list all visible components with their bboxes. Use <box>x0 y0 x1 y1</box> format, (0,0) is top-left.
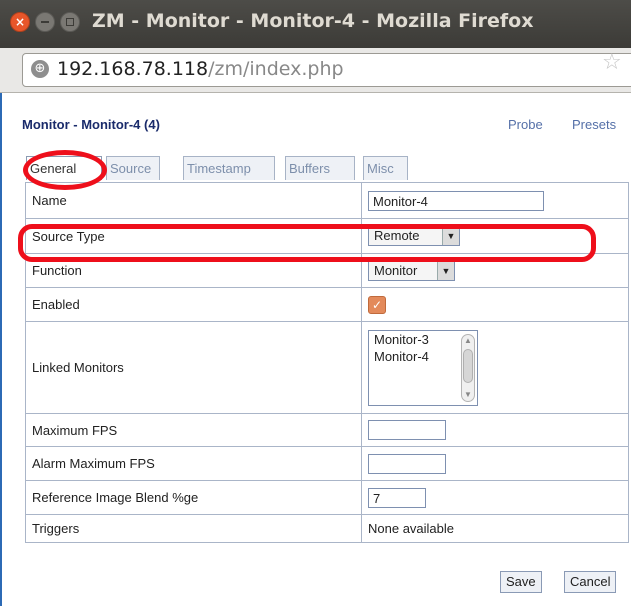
table-row: Enabled ✓ <box>25 287 629 322</box>
scroll-down-icon[interactable]: ▼ <box>462 389 474 401</box>
table-row: Linked Monitors Monitor-3 Monitor-4 ▲ ▼ <box>25 321 629 414</box>
table-row: Function Monitor ▼ <box>25 253 629 288</box>
probe-link[interactable]: Probe <box>508 117 543 132</box>
globe-icon: ⊕ <box>31 60 49 78</box>
save-button[interactable]: Save <box>500 571 542 593</box>
url-host: 192.168.78.118 <box>57 58 209 80</box>
tab-buffers[interactable]: Buffers <box>285 156 355 180</box>
source-type-label: Source Type <box>25 218 362 254</box>
alarm-max-fps-input[interactable] <box>368 453 446 474</box>
tab-general[interactable]: General <box>26 156 102 180</box>
page-title: Monitor - Monitor-4 (4) <box>22 117 160 132</box>
triggers-value: None available <box>361 514 629 543</box>
ref-blend-label: Reference Image Blend %ge <box>25 480 362 515</box>
source-type-select[interactable]: Remote ▼ <box>368 226 460 246</box>
ref-blend-input[interactable]: 7 <box>368 487 426 508</box>
bookmark-star-icon[interactable]: ☆ <box>602 50 622 75</box>
source-type-value: Remote <box>374 228 420 243</box>
table-row: Triggers None available <box>25 514 629 543</box>
function-label: Function <box>25 253 362 288</box>
enabled-label: Enabled <box>25 287 362 322</box>
scroll-up-icon[interactable]: ▲ <box>462 335 474 347</box>
presets-link[interactable]: Presets <box>572 117 616 132</box>
table-row: Name Monitor-4 <box>25 182 629 219</box>
table-row: Source Type Remote ▼ <box>25 218 629 254</box>
alarm-max-fps-label: Alarm Maximum FPS <box>25 446 362 481</box>
name-input[interactable]: Monitor-4 <box>368 190 544 211</box>
tab-source[interactable]: Source <box>106 156 160 180</box>
window-titlebar: × ZM - Monitor - Monitor-4 - Mozilla Fir… <box>0 0 631 48</box>
url-input[interactable]: ⊕ 192.168.78.118/zm/index.php <box>22 53 631 87</box>
monitor-settings-table: Name Monitor-4 Source Type Remote ▼ Funct… <box>25 182 629 543</box>
url-path: /zm/index.php <box>208 58 344 80</box>
triggers-label: Triggers <box>25 514 362 543</box>
navigation-bar: ⊕ 192.168.78.118/zm/index.php ☆ <box>0 48 631 93</box>
window-title: ZM - Monitor - Monitor-4 - Mozilla Firef… <box>92 10 534 32</box>
chevron-down-icon: ▼ <box>437 261 454 280</box>
max-fps-label: Maximum FPS <box>25 413 362 447</box>
chevron-down-icon: ▼ <box>442 227 459 245</box>
function-select[interactable]: Monitor ▼ <box>368 260 455 281</box>
linked-monitors-label: Linked Monitors <box>25 321 362 414</box>
maximize-icon[interactable] <box>60 12 80 32</box>
table-row: Maximum FPS <box>25 413 629 447</box>
name-label: Name <box>25 182 362 219</box>
table-row: Alarm Maximum FPS <box>25 446 629 481</box>
table-row: Reference Image Blend %ge 7 <box>25 480 629 515</box>
max-fps-input[interactable] <box>368 420 446 440</box>
cancel-button[interactable]: Cancel <box>564 571 617 593</box>
list-scrollbar[interactable]: ▲ ▼ <box>461 333 475 402</box>
function-value: Monitor <box>374 262 418 278</box>
tab-timestamp[interactable]: Timestamp <box>183 156 275 180</box>
scroll-thumb[interactable] <box>463 348 473 383</box>
tab-misc[interactable]: Misc <box>363 156 408 180</box>
close-icon[interactable]: × <box>10 12 30 32</box>
linked-monitors-list[interactable]: Monitor-3 Monitor-4 ▲ ▼ <box>368 329 478 406</box>
minimize-icon[interactable] <box>35 12 55 32</box>
enabled-checkbox[interactable]: ✓ <box>368 295 386 314</box>
